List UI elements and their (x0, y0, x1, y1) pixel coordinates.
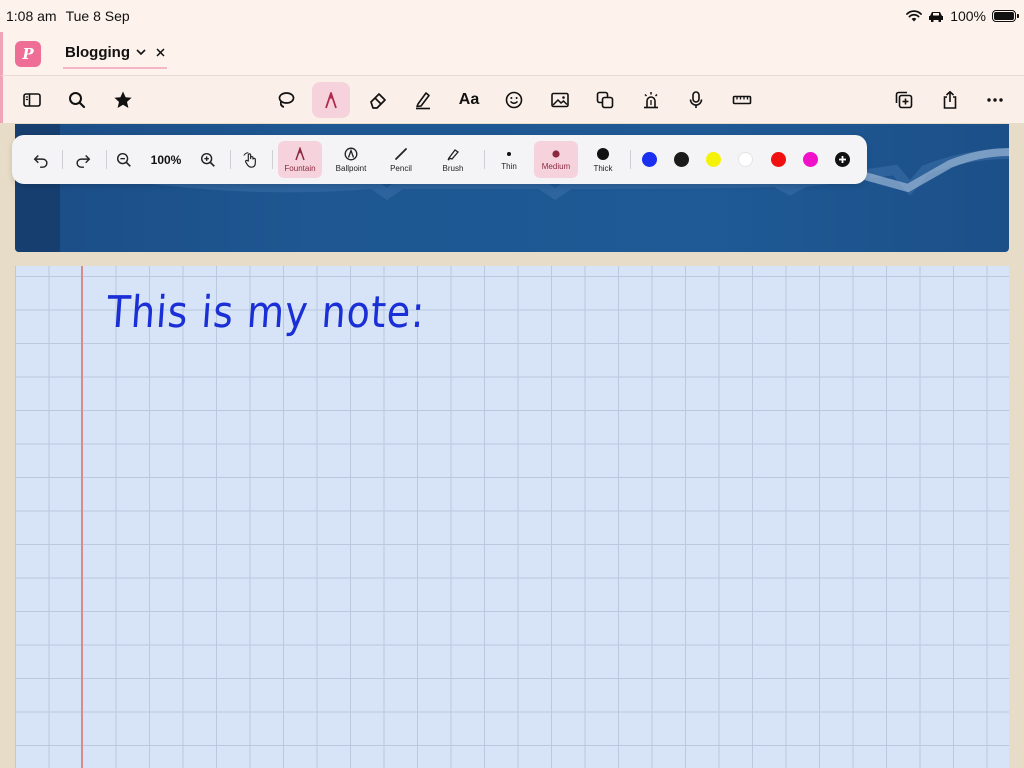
zoom-out-button[interactable] (110, 141, 138, 178)
chevron-down-icon[interactable] (136, 47, 146, 59)
touch-draw-toggle[interactable] (236, 141, 266, 178)
tab-blogging[interactable]: Blogging (63, 39, 167, 69)
pen-fountain-label: Fountain (284, 163, 316, 173)
tab-bar: P Blogging (0, 32, 1024, 75)
zoom-out-icon (116, 152, 131, 167)
pen-ballpoint[interactable]: Ballpoint (328, 141, 374, 178)
thickness-medium[interactable]: Medium (534, 141, 578, 178)
favorites-button[interactable] (104, 82, 142, 118)
note-page-canvas[interactable]: This is my note: (15, 266, 1009, 768)
battery-icon (992, 10, 1019, 22)
text-tool-label: Aa (458, 91, 480, 108)
color-swatch-blue[interactable] (642, 152, 657, 167)
pen-pencil-label: Pencil (390, 163, 412, 173)
status-bar: 1:08 am Tue 8 Sep 100% (0, 0, 1024, 32)
share-button[interactable] (931, 82, 969, 118)
fountain-pen-icon (325, 92, 337, 109)
zoom-in-button[interactable] (194, 141, 222, 178)
redo-icon (76, 154, 91, 168)
battery-percent: 100% (950, 8, 986, 24)
add-page-button[interactable] (885, 82, 923, 118)
laser-pointer-button[interactable] (632, 82, 670, 118)
share-icon (943, 90, 957, 109)
color-swatch-red[interactable] (771, 152, 786, 167)
zoom-level[interactable]: 100% (144, 141, 188, 178)
lasso-tool-button[interactable] (267, 82, 305, 118)
thickness-medium-label: Medium (541, 161, 571, 171)
sidebar-toggle-button[interactable] (13, 82, 51, 118)
zoom-in-icon (200, 152, 215, 167)
undo-icon (33, 154, 48, 168)
ballpoint-pen-icon (344, 147, 358, 160)
pencil-icon (395, 147, 407, 160)
ellipsis-icon (987, 98, 1003, 102)
tab-title: Blogging (65, 44, 130, 61)
search-button[interactable] (58, 82, 96, 118)
more-options-button[interactable] (976, 82, 1014, 118)
eraser-tool-button[interactable] (359, 82, 397, 118)
sticker-tool-button[interactable] (495, 82, 533, 118)
handwritten-note-text: This is my note: (105, 286, 427, 338)
image-tool-button[interactable] (541, 82, 579, 118)
sidebar-icon (23, 93, 41, 107)
pen-fountain[interactable]: Fountain (278, 141, 322, 178)
ruler-tool-button[interactable] (723, 82, 761, 118)
highlighter-tool-button[interactable] (404, 82, 442, 118)
search-icon (69, 92, 86, 109)
shapes-icon (596, 91, 614, 109)
add-page-icon (895, 91, 913, 109)
pen-pencil[interactable]: Pencil (380, 141, 422, 178)
thickness-thin-label: Thin (501, 161, 517, 171)
status-date: Tue 8 Sep (65, 8, 130, 24)
pen-tool-button[interactable] (312, 82, 350, 118)
emoji-icon (505, 91, 523, 109)
hand-touch-icon (243, 151, 256, 168)
wifi-icon (906, 10, 923, 22)
ruler-icon (732, 95, 752, 105)
highlighter-icon (416, 92, 430, 110)
page-margin-line (81, 266, 83, 768)
pen-options-toolbar: 100% Fountain Ballpoint Pencil Brush Thi… (12, 135, 867, 184)
medium-dot-icon (552, 149, 560, 158)
pen-brush-label: Brush (442, 163, 464, 173)
image-icon (551, 92, 569, 108)
plus-circle-icon (839, 156, 846, 163)
thickness-thick-label: Thick (593, 163, 613, 173)
text-tool-button[interactable]: Aa (450, 82, 488, 118)
status-time: 1:08 am (6, 8, 57, 24)
color-swatch-white[interactable] (738, 152, 753, 167)
main-toolbar: Aa (0, 75, 1024, 123)
color-swatch-black[interactable] (674, 152, 689, 167)
shapes-tool-button[interactable] (586, 82, 624, 118)
color-swatch-magenta[interactable] (803, 152, 818, 167)
brush-icon (447, 148, 459, 161)
fountain-pen-icon (295, 146, 305, 160)
star-icon (114, 91, 132, 108)
undo-button[interactable] (26, 141, 56, 178)
thick-dot-icon (597, 147, 609, 160)
app-logo-icon[interactable]: P (15, 40, 41, 67)
car-icon (929, 12, 944, 22)
pen-ballpoint-label: Ballpoint (335, 163, 367, 173)
color-swatch-yellow[interactable] (706, 152, 721, 167)
thin-dot-icon (507, 151, 511, 156)
close-tab-icon[interactable] (156, 44, 165, 61)
eraser-icon (370, 93, 386, 109)
laser-pointer-icon (644, 92, 658, 109)
microphone-icon (689, 91, 703, 108)
record-audio-button[interactable] (677, 82, 715, 118)
add-color-button[interactable] (835, 152, 850, 167)
pen-brush[interactable]: Brush (430, 141, 476, 178)
lasso-icon (278, 92, 295, 108)
redo-button[interactable] (68, 141, 98, 178)
thickness-thick[interactable]: Thick (586, 141, 620, 178)
thickness-thin[interactable]: Thin (492, 141, 526, 178)
